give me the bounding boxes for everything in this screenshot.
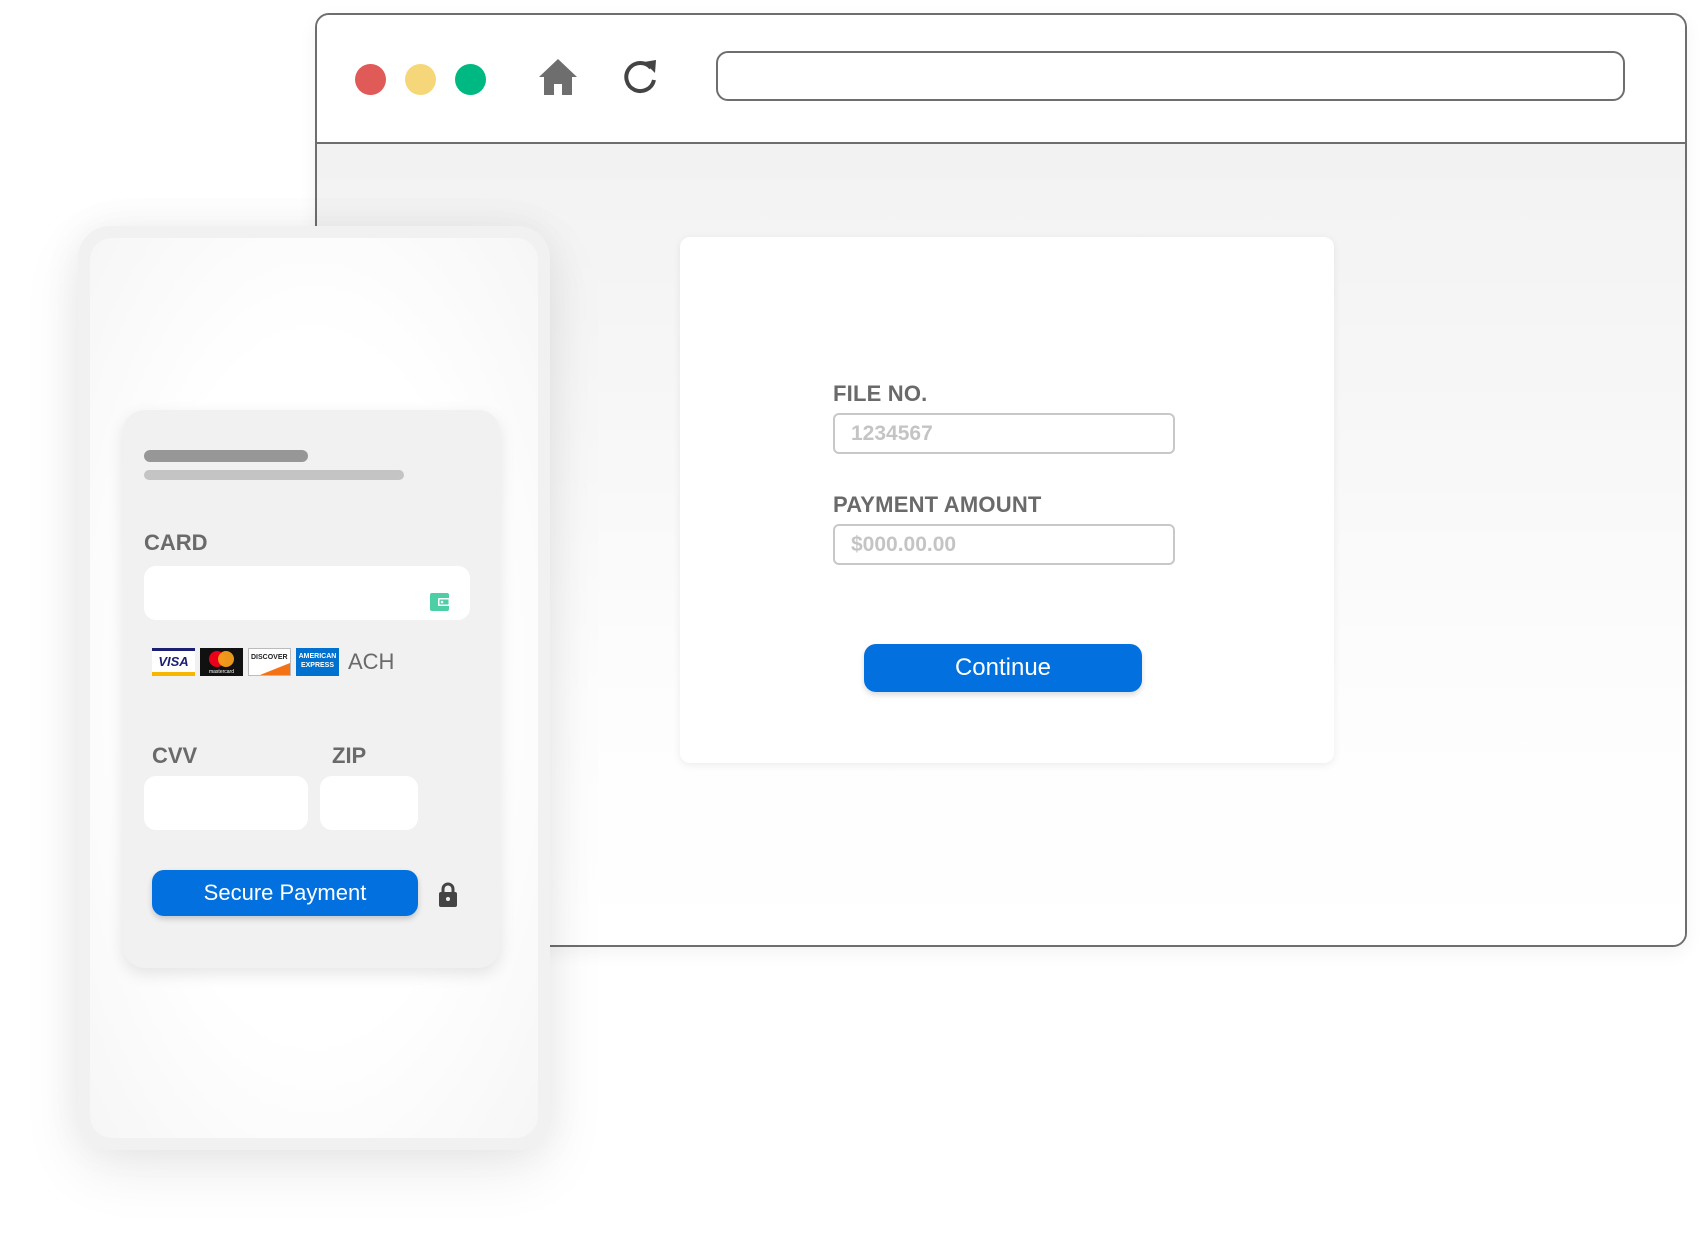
home-icon[interactable]	[539, 59, 577, 95]
card-number-input[interactable]	[144, 566, 470, 620]
skeleton-title-line	[144, 450, 308, 462]
phone-mockup: CARD VISA mastercard DISCOVER AMERICAN E…	[78, 226, 550, 1150]
browser-toolbar	[317, 15, 1685, 144]
continue-button[interactable]: Continue	[864, 644, 1142, 692]
maximize-window-button[interactable]	[455, 64, 486, 95]
mastercard-logo-icon: mastercard	[200, 648, 243, 676]
visa-logo-icon: VISA	[152, 648, 195, 676]
card-field	[144, 566, 470, 620]
skeleton-subtitle-line	[144, 470, 404, 480]
payment-amount-label: PAYMENT AMOUNT	[833, 492, 1042, 517]
amex-logo-icon: AMERICAN EXPRESS	[296, 648, 339, 676]
secure-payment-button[interactable]: Secure Payment	[152, 870, 418, 916]
cvv-label: CVV	[152, 743, 198, 768]
file-no-input[interactable]	[833, 413, 1175, 454]
payment-amount-input[interactable]	[833, 524, 1175, 565]
payment-lookup-form: FILE NO. PAYMENT AMOUNT Continue	[680, 237, 1334, 763]
reload-icon[interactable]	[622, 58, 658, 96]
lock-icon	[439, 882, 457, 907]
file-no-label: FILE NO.	[833, 381, 928, 406]
wallet-icon[interactable]	[430, 592, 450, 612]
close-window-button[interactable]	[355, 64, 386, 95]
card-label: CARD	[144, 530, 208, 555]
zip-label: ZIP	[332, 743, 367, 768]
accepted-payment-methods: VISA mastercard DISCOVER AMERICAN EXPRES…	[152, 648, 394, 676]
ach-label: ACH	[348, 649, 395, 674]
payment-card-form: CARD VISA mastercard DISCOVER AMERICAN E…	[123, 410, 500, 968]
url-bar[interactable]	[716, 51, 1625, 101]
cvv-input[interactable]	[144, 776, 308, 830]
minimize-window-button[interactable]	[405, 64, 436, 95]
zip-input[interactable]	[320, 776, 418, 830]
discover-logo-icon: DISCOVER	[248, 648, 291, 676]
